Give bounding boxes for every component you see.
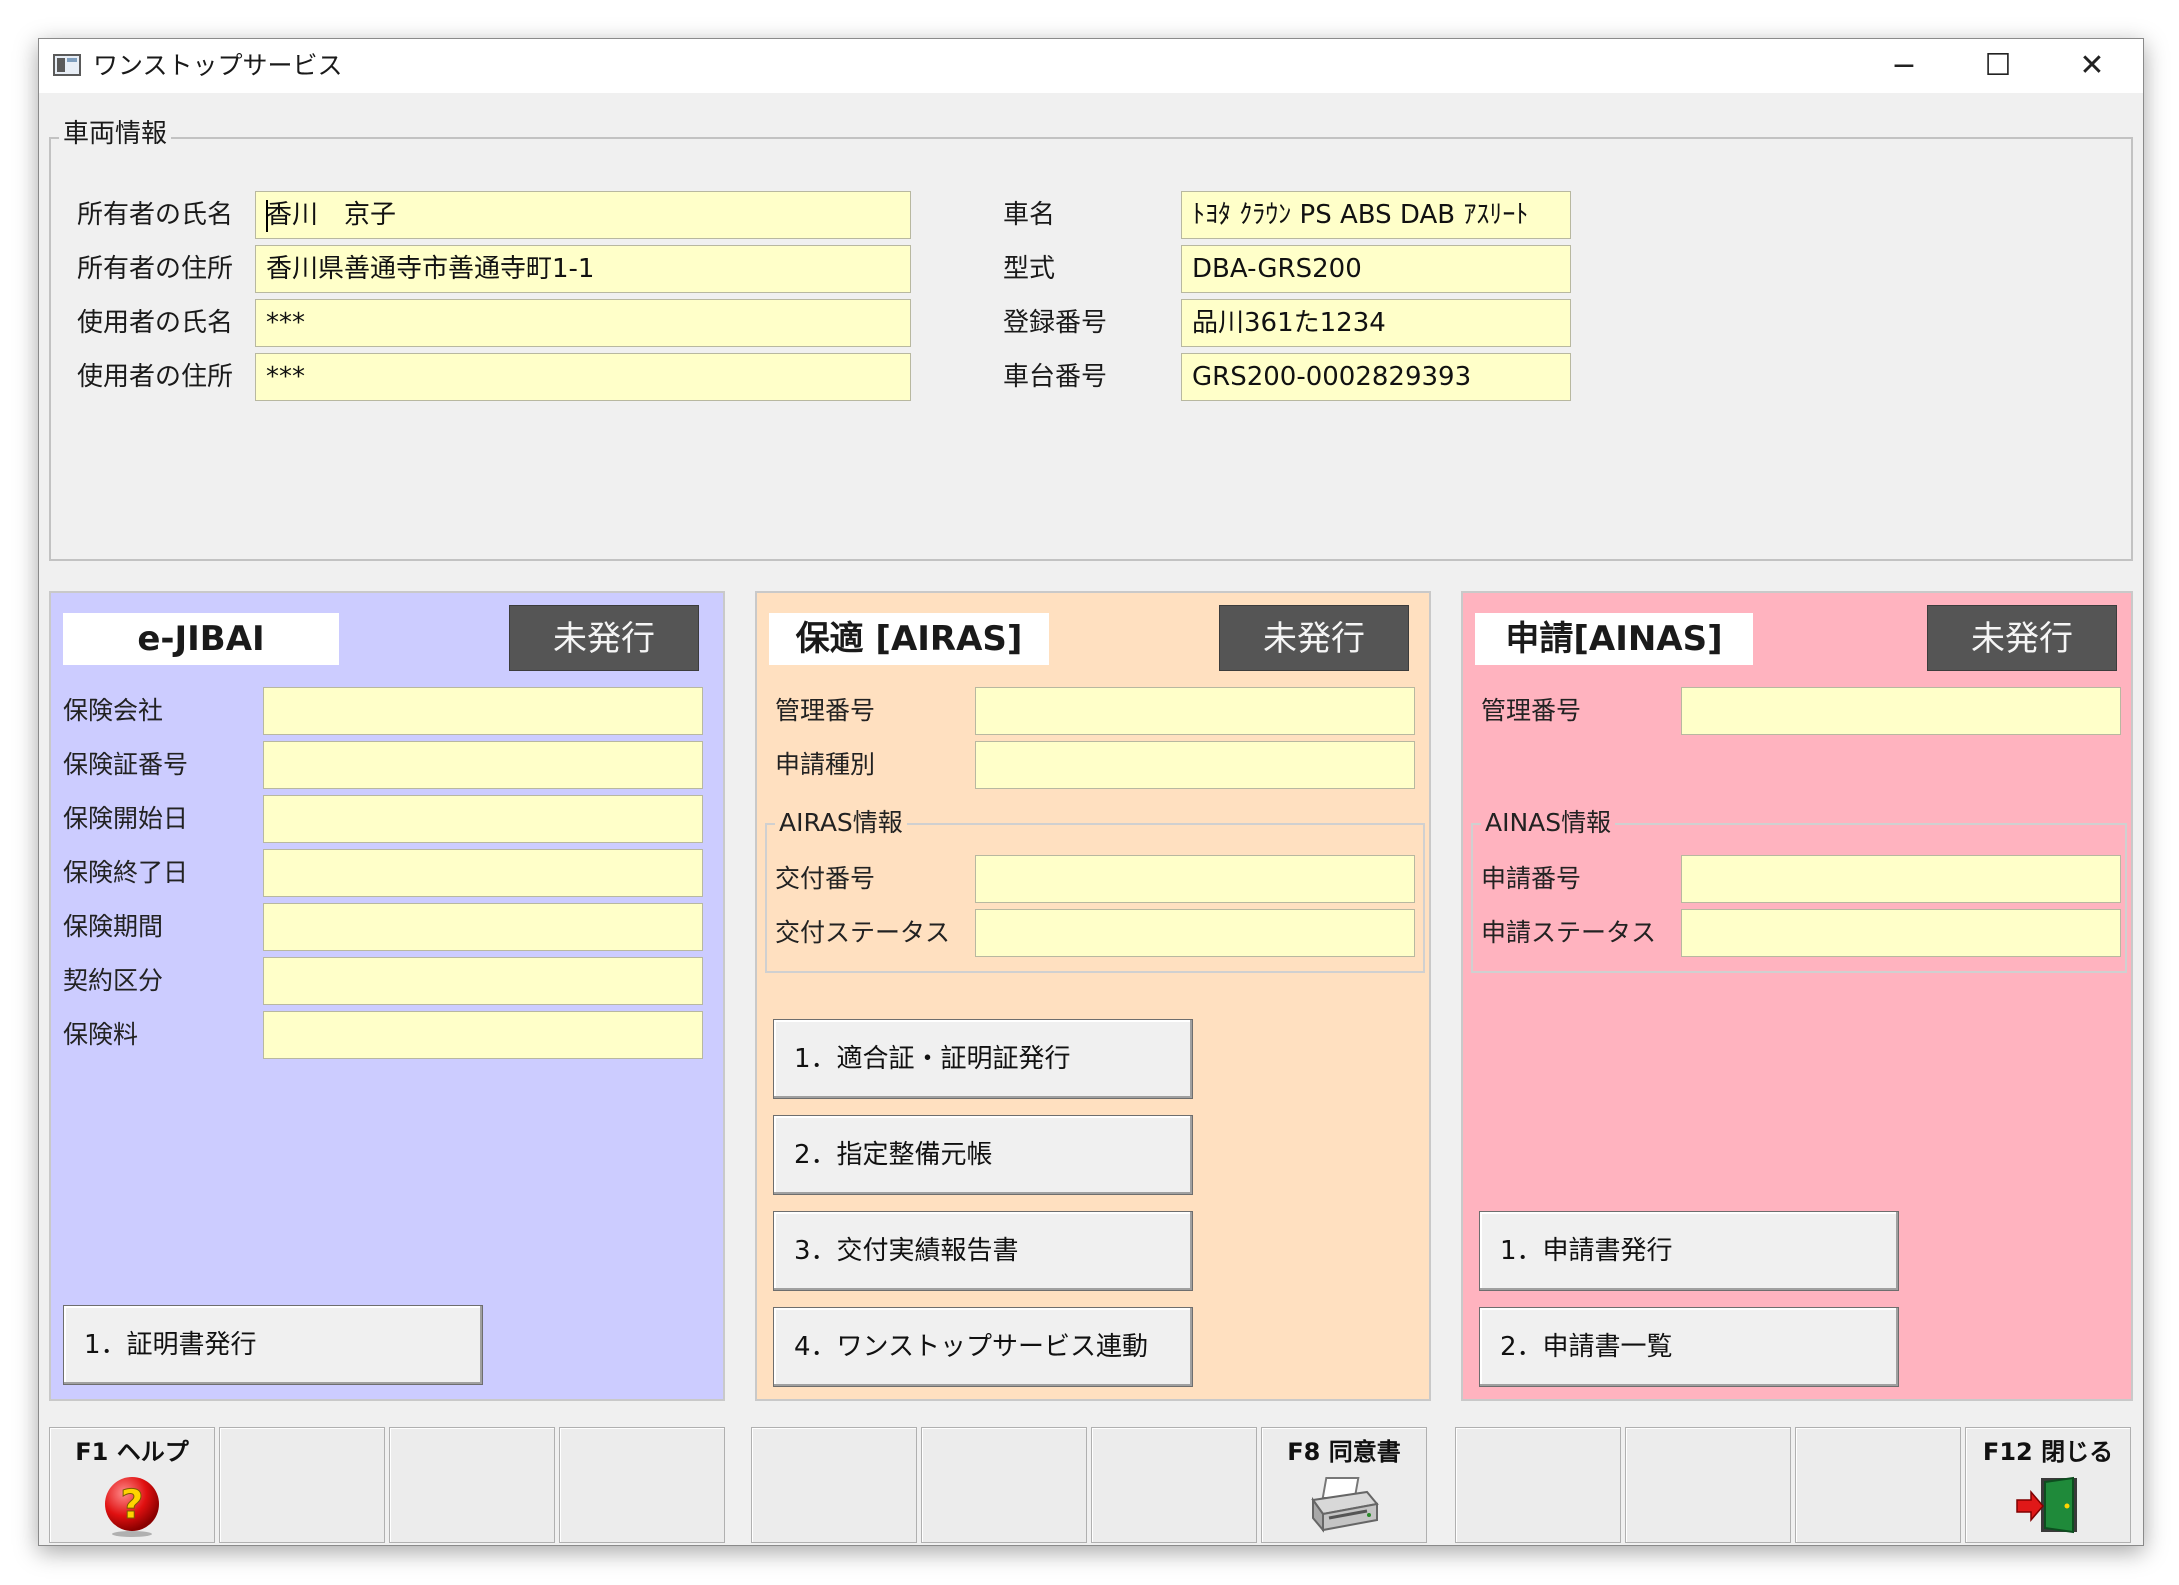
ainas-management-number-field[interactable]	[1681, 687, 2121, 735]
airas-management-number-field[interactable]	[975, 687, 1415, 735]
minimize-button[interactable]: −	[1857, 39, 1951, 93]
issue-status-field[interactable]	[975, 909, 1415, 957]
contract-type-field[interactable]	[263, 957, 703, 1005]
printer-icon	[1311, 1477, 1379, 1533]
car-name-field[interactable]: ﾄﾖﾀ ｸﾗｳﾝ PS ABS DAB ｱｽﾘｰﾄ	[1181, 191, 1571, 239]
insurance-end-date-field[interactable]	[263, 849, 703, 897]
ainas-info-legend: AINAS情報	[1481, 809, 1616, 837]
f10-key[interactable]	[1625, 1427, 1791, 1543]
app-window: ワンストップサービス − ☐ ✕ 車両情報 所有者の氏名 所有者の住所 使用者の…	[38, 38, 2144, 1546]
insurance-start-date-label: 保険開始日	[63, 804, 189, 833]
insurance-company-label: 保険会社	[63, 696, 164, 725]
application-status-label: 申請ステータス	[1481, 918, 1657, 947]
issue-number-label: 交付番号	[775, 864, 876, 893]
car-name-label: 車名	[1003, 200, 1056, 230]
owner-name-field[interactable]: 香川 京子	[255, 191, 911, 239]
insurance-premium-field[interactable]	[263, 1011, 703, 1059]
f6-key[interactable]	[921, 1427, 1087, 1543]
issue-status-label: 交付ステータス	[775, 918, 951, 947]
f1-label: F1 ヘルプ	[75, 1438, 189, 1466]
f7-key[interactable]	[1091, 1427, 1257, 1543]
f11-key[interactable]	[1795, 1427, 1961, 1543]
title-bar: ワンストップサービス − ☐ ✕	[39, 39, 2143, 93]
user-address-label: 使用者の住所	[77, 362, 234, 392]
issue-certificate-button[interactable]: 1．証明書発行	[63, 1305, 483, 1385]
issue-number-field[interactable]	[975, 855, 1415, 903]
ainas-title: 申請[AINAS]	[1475, 613, 1753, 665]
f2-key[interactable]	[219, 1427, 385, 1543]
airas-panel: 保適 [AIRAS] 未発行 管理番号 申請種別 AIRAS情報 交付番号 交付…	[755, 591, 1431, 1401]
user-name-label: 使用者の氏名	[77, 308, 234, 338]
airas-management-number-label: 管理番号	[775, 696, 876, 725]
close-button[interactable]: ✕	[2045, 39, 2139, 93]
airas-application-type-field[interactable]	[975, 741, 1415, 789]
vehicle-info-legend: 車両情報	[59, 119, 172, 149]
application-status-field[interactable]	[1681, 909, 2121, 957]
f5-key[interactable]	[751, 1427, 917, 1543]
airas-application-type-label: 申請種別	[775, 750, 876, 779]
chassis-number-label: 車台番号	[1003, 362, 1108, 392]
exit-door-icon	[2016, 1476, 2077, 1534]
issue-results-report-button[interactable]: 3．交付実績報告書	[773, 1211, 1193, 1291]
f12-close-button[interactable]: F12 閉じる	[1965, 1427, 2131, 1543]
application-list-button[interactable]: 2．申請書一覧	[1479, 1307, 1899, 1387]
f12-label: F12 閉じる	[1982, 1438, 2114, 1466]
insurance-end-date-label: 保険終了日	[63, 858, 189, 887]
owner-address-field[interactable]: 香川県善通寺市善通寺町1-1	[255, 245, 911, 293]
user-name-field[interactable]: ***	[255, 299, 911, 347]
registration-number-field[interactable]: 品川361た1234	[1181, 299, 1571, 347]
ainas-panel: 申請[AINAS] 未発行 管理番号 AINAS情報 申請番号 申請ステータス …	[1461, 591, 2133, 1401]
model-type-label: 型式	[1003, 254, 1056, 284]
ejibai-panel: e-JIBAI 未発行 保険会社 保険証番号 保険開始日 保険終了日 保険期間 …	[49, 591, 725, 1401]
insurance-period-label: 保険期間	[63, 912, 164, 941]
insurance-certificate-number-field[interactable]	[263, 741, 703, 789]
f9-key[interactable]	[1455, 1427, 1621, 1543]
insurance-period-field[interactable]	[263, 903, 703, 951]
window-title: ワンストップサービス	[93, 51, 343, 80]
designated-maintenance-ledger-button[interactable]: 2．指定整備元帳	[773, 1115, 1193, 1195]
maximize-button[interactable]: ☐	[1951, 39, 2045, 93]
insurance-start-date-field[interactable]	[263, 795, 703, 843]
f4-key[interactable]	[559, 1427, 725, 1543]
issue-conformity-certificate-button[interactable]: 1．適合証・証明証発行	[773, 1019, 1193, 1099]
model-type-field[interactable]: DBA-GRS200	[1181, 245, 1571, 293]
app-icon	[53, 54, 81, 76]
svg-text:?: ?	[120, 1482, 143, 1528]
ejibai-status-button[interactable]: 未発行	[509, 605, 699, 671]
contract-type-label: 契約区分	[63, 966, 164, 995]
registration-number-label: 登録番号	[1003, 308, 1108, 338]
issue-application-button[interactable]: 1．申請書発行	[1479, 1211, 1899, 1291]
ainas-management-number-label: 管理番号	[1481, 696, 1582, 725]
help-icon: ?	[105, 1477, 159, 1537]
insurance-company-field[interactable]	[263, 687, 703, 735]
f1-help-button[interactable]: F1 ヘルプ ?	[49, 1427, 215, 1543]
ejibai-title: e-JIBAI	[63, 613, 339, 665]
insurance-certificate-number-label: 保険証番号	[63, 750, 189, 779]
f8-consent-form-button[interactable]: F8 同意書	[1261, 1427, 1427, 1543]
airas-info-legend: AIRAS情報	[775, 809, 907, 837]
airas-title: 保適 [AIRAS]	[769, 613, 1049, 665]
one-stop-service-link-button[interactable]: 4．ワンストップサービス連動	[773, 1307, 1193, 1387]
f3-key[interactable]	[389, 1427, 555, 1543]
owner-name-label: 所有者の氏名	[77, 200, 234, 230]
text-caret	[266, 200, 268, 232]
application-number-field[interactable]	[1681, 855, 2121, 903]
f8-label: F8 同意書	[1287, 1438, 1401, 1466]
insurance-premium-label: 保険料	[63, 1020, 139, 1049]
user-address-field[interactable]: ***	[255, 353, 911, 401]
chassis-number-field[interactable]: GRS200-0002829393	[1181, 353, 1571, 401]
airas-status-button[interactable]: 未発行	[1219, 605, 1409, 671]
owner-address-label: 所有者の住所	[77, 254, 234, 284]
ainas-status-button[interactable]: 未発行	[1927, 605, 2117, 671]
application-number-label: 申請番号	[1481, 864, 1582, 893]
